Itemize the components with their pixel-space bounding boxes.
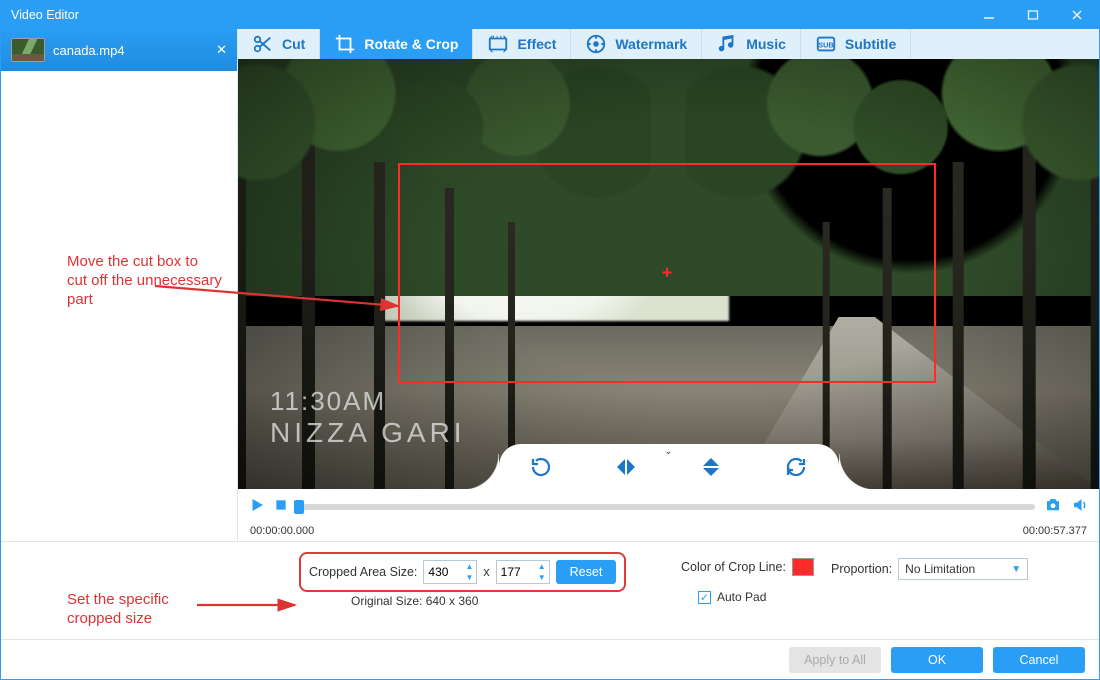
cropped-size-group: Cropped Area Size: ▲▼ x ▲▼ Reset <box>299 552 626 592</box>
tool-tabs: Cut Rotate & Crop Effect <box>238 29 1099 59</box>
tab-subtitle[interactable]: SUB Subtitle <box>801 29 911 59</box>
cancel-button[interactable]: Cancel <box>993 647 1085 673</box>
seek-knob[interactable] <box>294 500 304 514</box>
proportion-select[interactable]: No Limitation ▼ <box>898 558 1028 580</box>
cropped-size-label: Cropped Area Size: <box>309 565 417 579</box>
video-overlay-text: 11:30AM NIZZA GARI <box>270 386 466 449</box>
video-overlay-place: NIZZA GARI <box>270 417 466 449</box>
ok-button[interactable]: OK <box>891 647 983 673</box>
tab-watermark-label: Watermark <box>615 36 687 52</box>
scissors-icon <box>252 33 274 55</box>
tab-subtitle-label: Subtitle <box>845 36 896 52</box>
reset-rotation-button[interactable] <box>781 452 811 482</box>
footer: Apply to All OK Cancel <box>1 639 1099 679</box>
crop-height-input[interactable]: ▲▼ <box>496 560 550 584</box>
tab-watermark[interactable]: Watermark <box>571 29 702 59</box>
crop-width-field[interactable] <box>424 561 462 583</box>
minimize-button[interactable] <box>967 1 1011 29</box>
svg-text:SUB: SUB <box>818 41 833 50</box>
close-button[interactable] <box>1055 1 1099 29</box>
snapshot-button[interactable] <box>1043 496 1063 519</box>
proportion-group: Proportion: No Limitation ▼ <box>831 558 1028 580</box>
time-total: 00:00:57.377 <box>1023 525 1087 537</box>
subtitle-icon: SUB <box>815 33 837 55</box>
crop-height-up[interactable]: ▲ <box>535 561 549 572</box>
tab-cut-label: Cut <box>282 36 305 52</box>
maximize-button[interactable] <box>1011 1 1055 29</box>
tab-cut[interactable]: Cut <box>238 29 320 59</box>
tab-music-label: Music <box>746 36 786 52</box>
crop-icon <box>334 33 356 55</box>
crop-width-down[interactable]: ▼ <box>462 572 476 583</box>
time-current: 00:00:00.000 <box>250 525 314 537</box>
original-size-label: Original Size: 640 x 360 <box>351 594 478 608</box>
crop-line-color-group: Color of Crop Line: <box>681 558 814 576</box>
crop-line-color-swatch[interactable] <box>792 558 814 576</box>
flip-vertical-button[interactable] <box>696 452 726 482</box>
file-thumbnail <box>11 38 45 62</box>
auto-pad-label: Auto Pad <box>717 590 766 604</box>
watermark-icon <box>585 33 607 55</box>
play-button[interactable] <box>248 496 266 519</box>
reset-button[interactable]: Reset <box>556 560 617 584</box>
window-title: Video Editor <box>11 8 79 22</box>
seek-track[interactable] <box>296 504 1035 510</box>
tab-rotate-crop[interactable]: Rotate & Crop <box>320 29 473 59</box>
tab-effect-label: Effect <box>517 36 556 52</box>
proportion-label: Proportion: <box>831 562 892 576</box>
annotation-arrow-2 <box>195 595 305 617</box>
tab-music[interactable]: Music <box>702 29 801 59</box>
title-bar: Video Editor <box>1 1 1099 29</box>
volume-button[interactable] <box>1071 496 1089 519</box>
tab-effect[interactable]: Effect <box>473 29 571 59</box>
tab-rotate-crop-label: Rotate & Crop <box>364 36 458 52</box>
playback-bar <box>238 489 1099 525</box>
chevron-down-icon: ▼ <box>1011 564 1021 575</box>
crop-height-field[interactable] <box>497 561 535 583</box>
stop-button[interactable] <box>274 498 288 517</box>
flip-horizontal-button[interactable] <box>611 452 641 482</box>
rotate-flip-dock: ⌄ <box>499 444 839 489</box>
annotation-arrow-1 <box>150 268 410 328</box>
crop-line-label: Color of Crop Line: <box>681 560 786 574</box>
app-window: Video Editor canada.mp4 ✕ <box>0 0 1100 680</box>
video-overlay-time: 11:30AM <box>270 386 466 417</box>
apply-to-all-button[interactable]: Apply to All <box>789 647 881 673</box>
auto-pad-checkbox[interactable]: ✓ <box>698 591 711 604</box>
crop-center-icon: + <box>662 263 673 284</box>
auto-pad-group: ✓ Auto Pad <box>698 590 766 604</box>
music-icon <box>716 33 738 55</box>
dimension-x: x <box>483 565 489 579</box>
crop-box[interactable]: + <box>398 163 936 383</box>
file-tab[interactable]: canada.mp4 ✕ <box>1 29 237 71</box>
file-name: canada.mp4 <box>53 43 125 58</box>
rotate-right-button[interactable] <box>526 452 556 482</box>
proportion-value: No Limitation <box>905 562 975 576</box>
crop-width-up[interactable]: ▲ <box>462 561 476 572</box>
crop-width-input[interactable]: ▲▼ <box>423 560 477 584</box>
file-close-icon[interactable]: ✕ <box>216 42 227 58</box>
dock-collapse-icon[interactable]: ⌄ <box>664 446 672 457</box>
effect-icon <box>487 33 509 55</box>
crop-height-down[interactable]: ▼ <box>535 572 549 583</box>
